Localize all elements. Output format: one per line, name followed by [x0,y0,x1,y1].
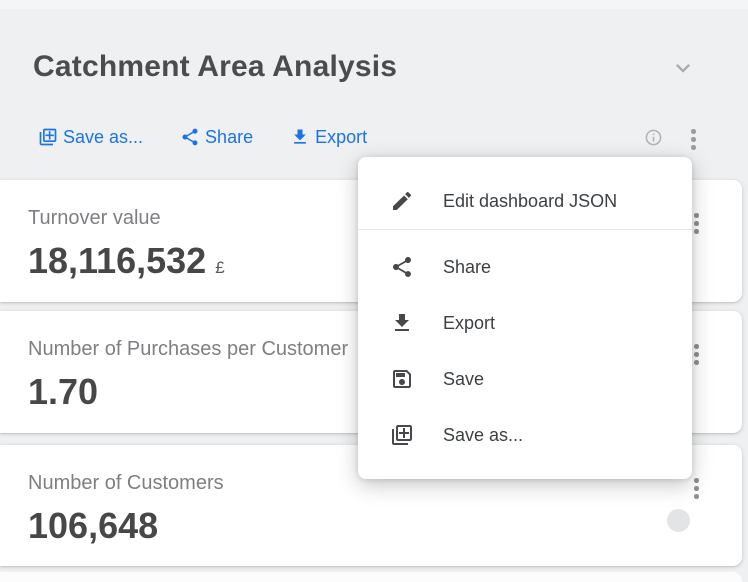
kpi-value: 1.70 [28,372,98,412]
menu-item-label: Edit dashboard JSON [443,190,617,212]
menu-item-label: Export [443,312,495,334]
share-icon [390,255,414,279]
save-as-button[interactable]: Save as... [38,126,143,148]
menu-item-export[interactable]: Export [358,295,692,351]
card-menu-button[interactable] [692,476,701,501]
loading-indicator-dot [667,509,690,532]
card-menu-button[interactable] [692,211,701,236]
menu-item-label: Save as... [443,424,523,446]
top-strip [0,0,748,9]
export-label: Export [315,126,367,148]
context-menu: Edit dashboard JSON Share Export Save Sa… [358,157,692,479]
share-button[interactable]: Share [180,126,253,148]
chevron-down-icon [669,54,697,82]
share-label: Share [205,126,253,148]
info-button[interactable] [644,128,663,147]
menu-item-edit-dashboard-json[interactable]: Edit dashboard JSON [358,173,692,229]
dashboard-menu-button[interactable] [689,127,698,152]
kebab-menu-icon [694,344,699,349]
kpi-value-row: 106,648 [28,506,742,546]
dashboard-toolbar: Save as... Share Export [38,126,367,148]
save-as-icon [38,127,58,147]
collapse-header-button[interactable] [669,54,697,82]
export-button[interactable]: Export [290,126,367,148]
card-menu-button[interactable] [692,342,701,367]
menu-item-label: Save [443,368,484,390]
page-title: Catchment Area Analysis [33,50,397,84]
download-icon [290,127,310,147]
menu-divider [358,229,692,230]
download-icon [390,311,414,335]
kpi-value: 106,648 [28,506,158,546]
menu-item-label: Share [443,256,491,278]
kebab-menu-icon [691,129,696,134]
menu-item-share[interactable]: Share [358,239,692,295]
kpi-value: 18,116,532 [28,241,206,281]
menu-item-save[interactable]: Save [358,351,692,407]
kebab-menu-icon [694,213,699,218]
save-icon [390,367,414,391]
pencil-icon [390,189,414,213]
menu-item-save-as[interactable]: Save as... [358,407,692,463]
save-as-label: Save as... [63,126,143,148]
save-as-icon [390,423,414,447]
kebab-menu-icon [694,478,699,483]
next-card-edge [0,572,742,582]
share-icon [180,127,200,147]
kpi-unit: £ [215,258,224,278]
info-icon [644,128,663,147]
